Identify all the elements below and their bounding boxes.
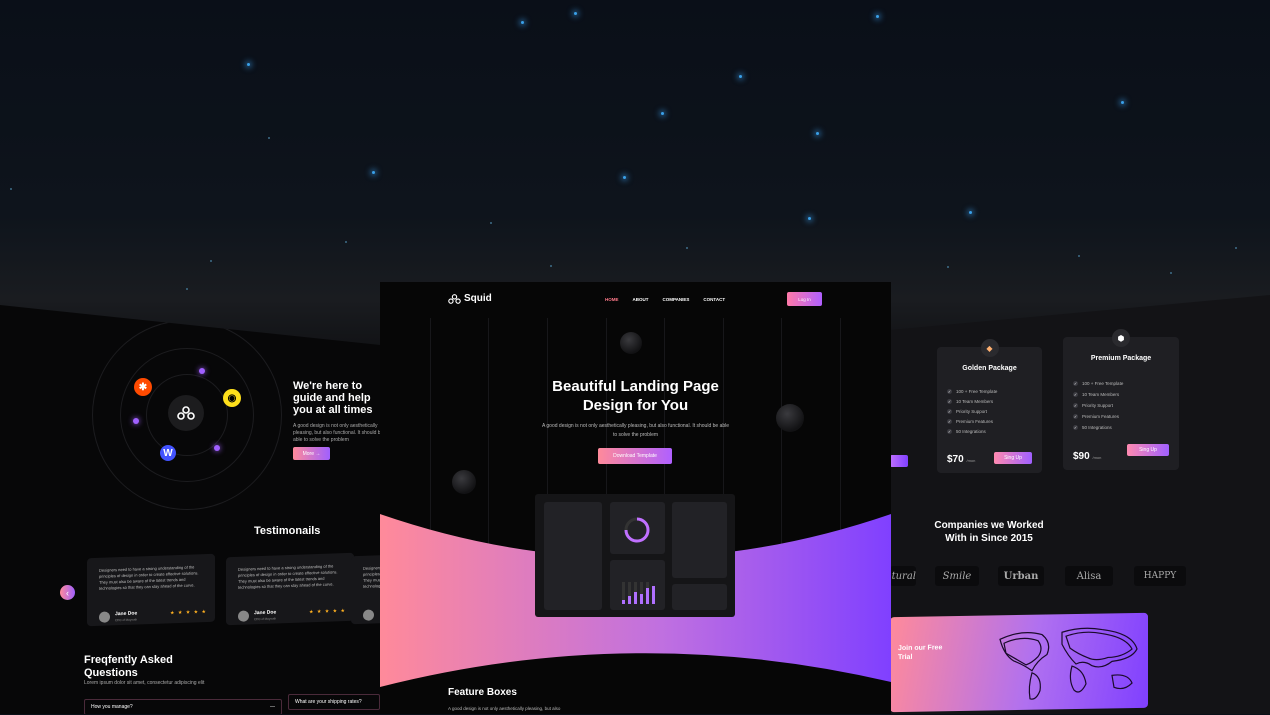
testimonials-heading: Testimonails (254, 525, 321, 537)
nav-links: HOME ABOUT COMPANIES CONTACT (605, 297, 725, 302)
login-button[interactable]: Log In (787, 292, 822, 306)
faq-item[interactable]: How you manage? — (84, 699, 282, 714)
diamond-icon: ◆ (980, 339, 999, 357)
feature-boxes-text: A good design is not only aesthetically … (448, 706, 561, 711)
guide-text: A good design is not only aesthetically … (293, 423, 384, 443)
more-button[interactable]: More → (293, 447, 330, 460)
faq-heading: Freqfently Asked Questions (84, 654, 173, 679)
signup-button[interactable]: Sing Up (1127, 444, 1169, 456)
download-template-button[interactable]: Download Template (598, 448, 672, 464)
prev-arrow-icon[interactable]: ‹ (60, 585, 75, 600)
pricing-card-golden: ◆ Golden Package ✓ 100 + Free Template ✓ 1… (937, 339, 1042, 473)
starfield (0, 0, 1270, 330)
squid-logo-icon (448, 293, 461, 304)
main-landing-preview: Squid HOME ABOUT COMPANIES CONTACT Log I… (380, 282, 891, 714)
top-navbar: Squid HOME ABOUT COMPANIES CONTACT Log I… (380, 282, 891, 316)
mailchimp-icon: ◉ (223, 389, 241, 407)
testimonial-card: Designers need to have a strong understa… (87, 553, 215, 627)
nav-companies[interactable]: COMPANIES (663, 297, 690, 302)
squid-logo-icon (168, 395, 204, 431)
decorative-sphere (452, 470, 476, 494)
rating-stars: ★ ★ ★ ★ ★ (309, 608, 346, 616)
signup-button[interactable]: Sing Up (994, 452, 1032, 464)
avatar (363, 609, 374, 621)
company-logo: HAPPY (1134, 566, 1186, 586)
hexagon-icon: ⬢ (1112, 329, 1130, 347)
pricing-card-premium: ⬢ Premium Package ✓ 100 + Free Template ✓… (1063, 329, 1179, 470)
guide-heading: We're here to guide and help you at all … (293, 380, 373, 416)
brand-logo[interactable]: Squid (448, 293, 492, 304)
avatar (238, 610, 249, 622)
nav-contact[interactable]: CONTACT (703, 297, 725, 302)
webflow-icon: W (160, 445, 176, 461)
decorative-sphere (620, 332, 642, 354)
nav-home[interactable]: HOME (605, 297, 619, 302)
hero-title: Beautiful Landing Page Design for You (552, 378, 719, 414)
hero-description: A good design is not only aesthetically … (541, 423, 730, 438)
avatar (99, 611, 110, 623)
rating-stars: ★ ★ ★ ★ ★ (170, 609, 207, 617)
company-logo: Natural (890, 566, 916, 586)
company-logo: Smile (935, 566, 979, 586)
nav-about[interactable]: ABOUT (633, 297, 649, 302)
faq-subtitle: Lorem ipsum dolor sit amet, consectetur … (84, 680, 205, 686)
company-logo: Urban (998, 566, 1044, 586)
company-logo: Alisa (1065, 566, 1113, 586)
partial-signup-button[interactable] (890, 455, 908, 467)
free-trial-banner: Join our Free Trial (890, 612, 1148, 713)
feature-boxes-heading: Feature Boxes (448, 687, 517, 698)
world-map-icon (999, 627, 1138, 700)
zapier-icon: ✱ (134, 378, 152, 396)
testimonial-card: Designers need to have a strong understa… (226, 552, 354, 626)
dashboard-mockup (535, 494, 735, 617)
companies-heading: Companies we Worked With in Since 2015 (934, 520, 1044, 544)
faq-item[interactable]: What are your shipping rates? (288, 694, 380, 710)
